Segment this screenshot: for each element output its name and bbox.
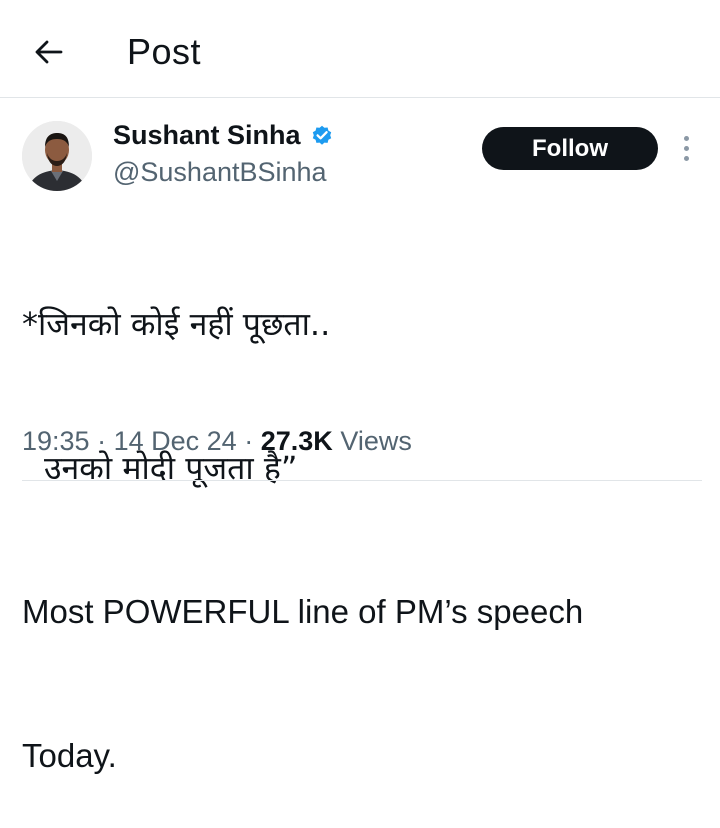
verified-badge-icon bbox=[312, 125, 331, 145]
follow-button[interactable]: Follow bbox=[482, 127, 658, 170]
top-bar: Post bbox=[0, 0, 720, 98]
views-label: Views bbox=[340, 426, 412, 456]
divider bbox=[22, 480, 702, 481]
tweet-body: *जिनको कोई नहीं पूछता.. उनको मोदी पूजता … bbox=[22, 204, 702, 828]
tweet-line: *जिनको कोई नहीं पूछता.. bbox=[22, 305, 331, 343]
more-dot-icon bbox=[683, 145, 689, 151]
tweet-line: Most POWERFUL line of PM’s speech bbox=[22, 593, 584, 630]
more-dot-icon bbox=[683, 135, 689, 141]
page-title: Post bbox=[127, 31, 202, 72]
more-options-button[interactable] bbox=[672, 128, 700, 168]
tweet-date[interactable]: 14 Dec 24 bbox=[114, 426, 237, 456]
back-button[interactable] bbox=[22, 28, 74, 76]
meta-separator: · bbox=[97, 426, 107, 456]
arrow-left-icon bbox=[35, 40, 63, 64]
author-display-name[interactable]: Sushant Sinha bbox=[113, 118, 334, 152]
meta-separator: · bbox=[244, 426, 254, 456]
tweet-meta: 19:35 · 14 Dec 24 · 27.3K Views bbox=[22, 423, 412, 459]
author-handle[interactable]: @SushantBSinha bbox=[113, 155, 327, 189]
tweet-time[interactable]: 19:35 bbox=[22, 426, 90, 456]
more-dot-icon bbox=[683, 155, 689, 161]
tweet-line: Today. bbox=[22, 737, 117, 774]
views-count[interactable]: 27.3K bbox=[261, 426, 333, 456]
avatar[interactable] bbox=[22, 121, 92, 191]
avatar-image bbox=[22, 121, 92, 191]
author-name-text: Sushant Sinha bbox=[113, 120, 301, 150]
